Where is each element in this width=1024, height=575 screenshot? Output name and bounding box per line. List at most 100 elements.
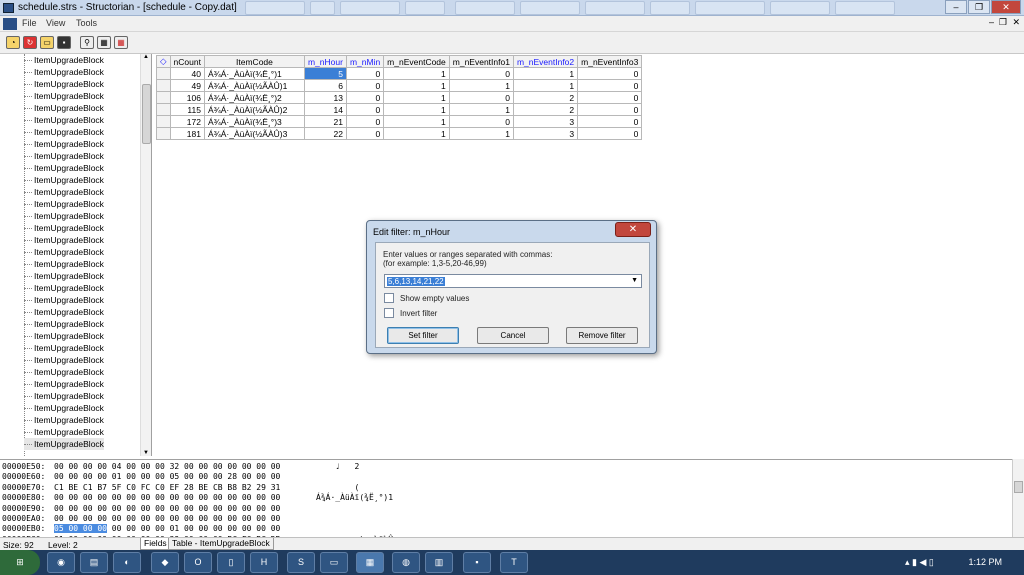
tree-item[interactable]: ItemUpgradeBlock	[24, 162, 104, 174]
scroll-down-icon[interactable]: ▼	[143, 450, 149, 456]
table-cell[interactable]: 1	[448, 127, 514, 140]
table-cell[interactable]: Á¾Á·_ÀüÀï(¾Ë¸°)1	[203, 67, 305, 80]
column-header[interactable]: nCount	[169, 55, 205, 68]
menu-view[interactable]: View	[46, 18, 65, 28]
structorian-icon[interactable]: ▦	[356, 552, 384, 573]
open-file-icon[interactable]: ▭	[40, 36, 54, 49]
tree-item[interactable]: ItemUpgradeBlock	[24, 222, 104, 234]
notepad-icon[interactable]: ▯	[217, 552, 245, 573]
show-empty-checkbox[interactable]	[384, 293, 394, 303]
chrome-icon[interactable]: ◉	[47, 552, 75, 573]
scrollbar-thumb[interactable]	[1014, 481, 1023, 493]
table-cell[interactable]: 2	[512, 91, 579, 104]
table-cell[interactable]: 3	[512, 115, 579, 128]
maximize-button[interactable]: ❐	[968, 0, 990, 14]
hex-rest[interactable]: 00 00 00 00 01 00 00 00 00 00 00 00	[107, 524, 281, 533]
close-button[interactable]: ✕	[991, 0, 1021, 14]
tree-item[interactable]: ItemUpgradeBlock	[24, 78, 104, 90]
tree-item[interactable]: ItemUpgradeBlock	[24, 378, 104, 390]
table-cell[interactable]: Á¾Á·_ÀüÀï(½ÃÀÛ)1	[203, 79, 305, 92]
tree-item[interactable]: ItemUpgradeBlock	[24, 138, 104, 150]
table-cell[interactable]: Á¾Á·_ÀüÀï(¾Ë¸°)3	[203, 115, 305, 128]
tree-item[interactable]: ItemUpgradeBlock	[24, 186, 104, 198]
table-cell[interactable]: Á¾Á·_ÀüÀï(½ÃÀÛ)2	[203, 103, 305, 116]
tree-item[interactable]: ItemUpgradeBlock	[24, 402, 104, 414]
table-row[interactable]: 172 Á¾Á·_ÀüÀï(¾Ë¸°)3 21 0 1 0 3 0	[156, 115, 643, 128]
row-header[interactable]	[156, 67, 171, 80]
hex-scrollbar[interactable]	[1012, 459, 1024, 537]
tree-item[interactable]: ItemUpgradeBlock	[24, 258, 104, 270]
tool-icon[interactable]: ◍	[392, 552, 420, 573]
hex-ascii[interactable]: ♩ 2 ( Á¾Á·_ÀüÀï(¾Ë¸°)1 ) ¼ö¼Û	[316, 462, 393, 545]
tree-item[interactable]: ItemUpgradeBlock	[24, 282, 104, 294]
table-cell[interactable]: Á¾Á·_ÀüÀï(¾Ë¸°)2	[203, 91, 305, 104]
table-cell[interactable]: 13	[303, 91, 347, 104]
table-cell[interactable]: 0	[345, 79, 385, 92]
minimize-button[interactable]: –	[945, 0, 967, 14]
table-cell[interactable]: 0	[577, 103, 643, 116]
tree-item[interactable]: ItemUpgradeBlock	[24, 246, 104, 258]
open-structure-icon[interactable]: ◔	[6, 36, 20, 49]
dialog-close-button[interactable]: ✕	[615, 222, 651, 237]
hex-line[interactable]: 00 00 00 00 00 00 00 00 00 00 00 00 00 0…	[54, 504, 280, 514]
column-header[interactable]: m_nHour	[303, 55, 347, 68]
tree-item[interactable]: ItemUpgradeBlock	[24, 354, 104, 366]
table-cell[interactable]: 0	[577, 79, 643, 92]
table-cell[interactable]: 0	[577, 67, 643, 80]
hex-line[interactable]: 00 00 00 00 04 00 00 00 32 00 00 00 00 0…	[54, 462, 280, 472]
tree-item[interactable]: ItemUpgradeBlock	[24, 426, 104, 438]
table-cell[interactable]: 1	[383, 79, 450, 92]
filter-values-combo[interactable]: 5,6,13,14,21,22 ▼	[384, 274, 642, 288]
tree-item[interactable]: ItemUpgradeBlock	[24, 210, 104, 222]
text-icon[interactable]: T	[500, 552, 528, 573]
table-cell[interactable]: 0	[448, 67, 514, 80]
flag-icon[interactable]: ▥	[425, 552, 453, 573]
tree-item[interactable]: ItemUpgradeBlock	[24, 366, 104, 378]
tree-item[interactable]: ItemUpgradeBlock	[24, 90, 104, 102]
table-cell[interactable]: 1	[448, 103, 514, 116]
table-row[interactable]: 49 Á¾Á·_ÀüÀï(½ÃÀÛ)1 6 0 1 1 1 0	[156, 79, 643, 92]
cmd-icon[interactable]: ▪	[463, 552, 491, 573]
select-all-icon[interactable]: ◇	[156, 55, 171, 68]
table-cell[interactable]: 3	[512, 127, 579, 140]
tree-item[interactable]: ItemUpgradeBlock	[24, 294, 104, 306]
table-cell[interactable]: 181	[169, 127, 205, 140]
tree-item[interactable]: ItemUpgradeBlock	[24, 174, 104, 186]
tab-table[interactable]: Table - ItemUpgradeBlock	[168, 538, 274, 550]
table-cell[interactable]: 115	[169, 103, 205, 116]
tree-item[interactable]: ItemUpgradeBlock	[24, 102, 104, 114]
skype-icon[interactable]: S	[287, 552, 315, 573]
hex-view[interactable]: 00000E50: 00000E60: 00000E70: 00000E80: …	[0, 459, 1024, 544]
table-cell[interactable]: 0	[448, 91, 514, 104]
invert-filter-checkbox[interactable]	[384, 308, 394, 318]
table-row[interactable]: 115 Á¾Á·_ÀüÀï(½ÃÀÛ)2 14 0 1 1 2 0	[156, 103, 643, 116]
tree-item[interactable]: ItemUpgradeBlock	[24, 270, 104, 282]
table-cell[interactable]: 49	[169, 79, 205, 92]
hex-editor-icon[interactable]: H	[250, 552, 278, 573]
table-cell[interactable]: 0	[577, 91, 643, 104]
document-icon[interactable]	[3, 18, 17, 30]
scrollbar-thumb[interactable]	[142, 84, 151, 144]
hex-bytes[interactable]: 00 00 00 00 04 00 00 00 32 00 00 00 00 0…	[54, 462, 280, 545]
tree-item[interactable]: ItemUpgradeBlock	[24, 306, 104, 318]
table-cell[interactable]: 0	[345, 67, 385, 80]
tree-item[interactable]: ItemUpgradeBlock	[24, 150, 104, 162]
hex-line[interactable]: 00 00 00 00 00 00 00 00 00 00 00 00 00 0…	[54, 514, 280, 524]
table-cell[interactable]: 1	[512, 67, 579, 80]
table-cell[interactable]: 1	[383, 103, 450, 116]
hex-line[interactable]: 00 00 00 00 00 00 00 00 00 00 00 00 00 0…	[54, 493, 280, 503]
table-cell[interactable]: 106	[169, 91, 205, 104]
table-cell[interactable]: 0	[345, 103, 385, 116]
menu-tools[interactable]: Tools	[76, 18, 97, 28]
filter-values-text[interactable]: 5,6,13,14,21,22	[387, 277, 445, 286]
row-header[interactable]	[156, 91, 171, 104]
table-cell[interactable]: 1	[383, 115, 450, 128]
table-cell[interactable]: 0	[448, 115, 514, 128]
tree-item[interactable]: ItemUpgradeBlock	[24, 234, 104, 246]
table-cell[interactable]: 40	[169, 67, 205, 80]
table-cell[interactable]: 0	[345, 115, 385, 128]
row-header[interactable]	[156, 115, 171, 128]
tree-item[interactable]: ItemUpgradeBlock	[24, 126, 104, 138]
find-icon[interactable]: ⚲	[80, 36, 94, 49]
table-row[interactable]: 40 Á¾Á·_ÀüÀï(¾Ë¸°)1 5 0 1 0 1 0	[156, 67, 643, 80]
